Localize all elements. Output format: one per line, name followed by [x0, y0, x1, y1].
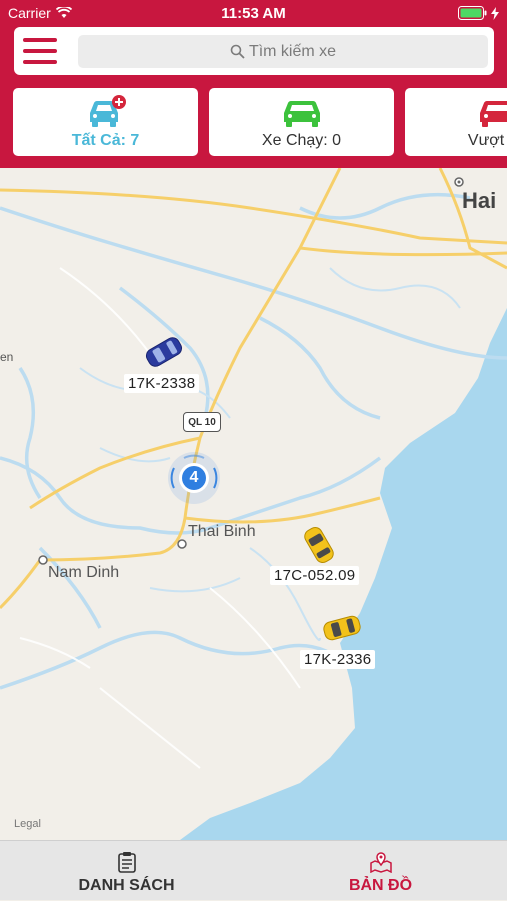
map-base [0, 168, 507, 840]
car-icon [280, 94, 324, 130]
filter-strip: Tất Cả: 7 Xe Chạy: 0 Vượt Tố [12, 88, 507, 158]
battery-icon [458, 6, 488, 20]
place-label-nam-dinh: Nam Dinh [48, 564, 119, 582]
search-icon [230, 44, 245, 59]
clock: 11:53 AM [0, 5, 507, 22]
car-plus-icon [84, 94, 128, 130]
filter-running-label: Xe Chạy: 0 [209, 132, 394, 150]
map-pin-icon [369, 851, 393, 873]
tab-list[interactable]: DANH SÁCH [0, 841, 253, 901]
car-icon [476, 94, 507, 130]
filter-all[interactable]: Tất Cả: 7 [13, 88, 198, 156]
search-input[interactable]: Tìm kiếm xe [78, 35, 488, 68]
clipboard-list-icon [118, 851, 136, 873]
place-label-edge: en [0, 350, 13, 364]
tab-list-label: DANH SÁCH [0, 877, 253, 895]
search-bar: Tìm kiếm xe [14, 27, 494, 75]
cluster-count: 4 [166, 469, 222, 487]
place-label-hai: Hai [462, 188, 496, 214]
filter-running[interactable]: Xe Chạy: 0 [209, 88, 394, 156]
tab-bar: DANH SÁCH BẢN ĐỒ [0, 840, 507, 900]
battery-indicator [458, 6, 499, 20]
vehicle-plate: 17K-2338 [124, 374, 199, 393]
place-label-thai-binh: Thai Binh [188, 523, 256, 541]
vehicle-plate: 17C-052.09 [270, 566, 359, 585]
charging-bolt-icon [491, 7, 499, 20]
legal-link[interactable]: Legal [14, 818, 41, 830]
map-view[interactable]: Hai en Thai Binh Nam Dinh QL 10 4 17K-23… [0, 168, 507, 840]
menu-button[interactable] [20, 36, 60, 66]
road-sign: QL 10 [183, 412, 221, 432]
tab-map[interactable]: BẢN ĐỒ [254, 841, 507, 901]
filter-all-label: Tất Cả: 7 [13, 132, 198, 150]
menu-line [23, 60, 57, 64]
tab-map-label: BẢN ĐỒ [254, 877, 507, 895]
header-bar: Carrier 11:53 AM Tìm kiếm xe Tất Cả: 7 [0, 0, 507, 168]
search-placeholder: Tìm kiếm xe [249, 43, 336, 61]
filter-overspeed[interactable]: Vượt Tố [405, 88, 507, 156]
status-bar: Carrier 11:53 AM [0, 0, 507, 26]
menu-line [23, 49, 57, 53]
filter-overspeed-label: Vượt Tố [405, 132, 507, 150]
menu-line [23, 38, 57, 42]
vehicle-plate: 17K-2336 [300, 650, 375, 669]
vehicle-cluster[interactable]: 4 [166, 450, 222, 506]
